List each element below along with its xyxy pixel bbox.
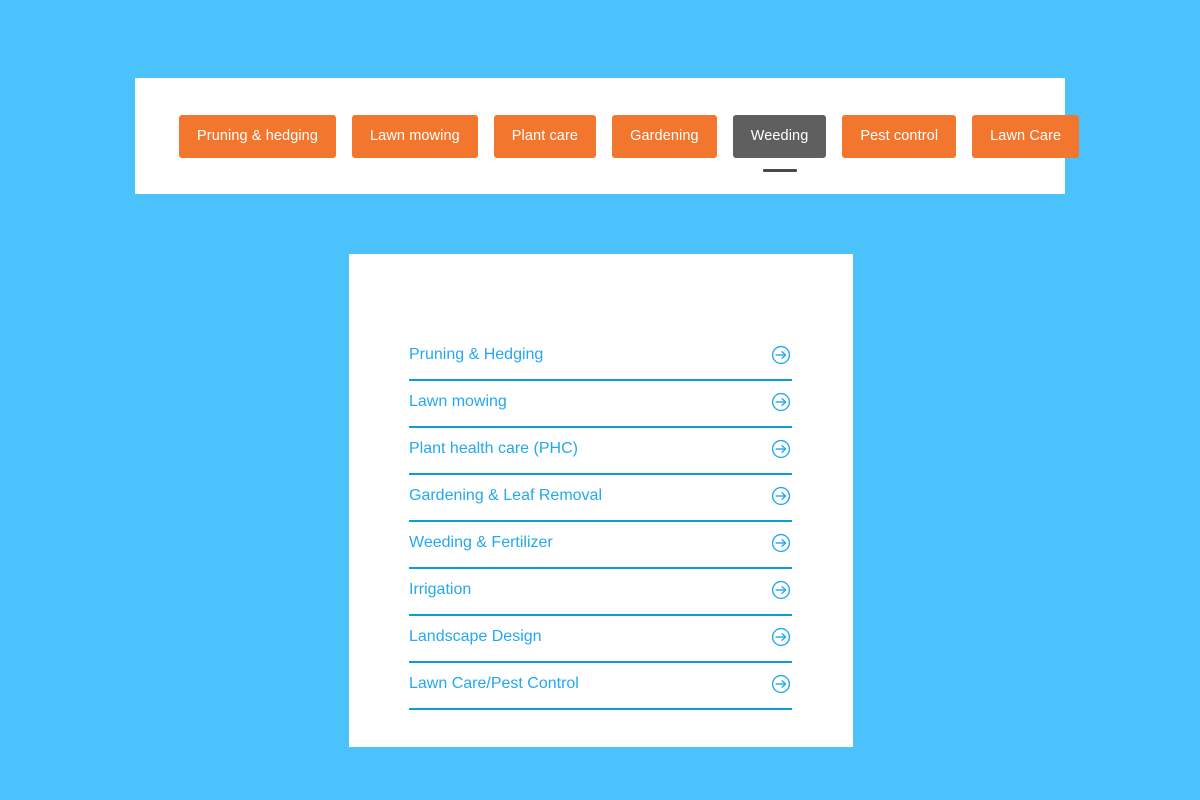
tab-pruning-hedging[interactable]: Pruning & hedging [179, 115, 337, 158]
service-link-label: Weeding & Fertilizer [409, 533, 553, 551]
tab-button[interactable]: Pest control [842, 115, 957, 158]
tab-button[interactable]: Lawn mowing [352, 115, 478, 158]
tab-plant-care[interactable]: Plant care [493, 115, 597, 158]
service-link-label: Plant health care (PHC) [409, 439, 578, 457]
tab-active-underline [762, 169, 797, 172]
tab-button[interactable]: Lawn Care [972, 115, 1080, 158]
service-list-item[interactable]: Weeding & Fertilizer [409, 522, 792, 569]
arrow-circle-right-icon[interactable] [770, 485, 792, 510]
tab-bar-card: Pruning & hedging Lawn mowing Plant care Ga… [135, 78, 1080, 194]
service-link-label: Irrigation [409, 580, 472, 598]
tab-button[interactable]: Weeding [732, 115, 827, 158]
tab-pest-control[interactable]: Pest control [842, 115, 957, 158]
service-link-label: Lawn Care/Pest Control [409, 674, 579, 692]
tab-lawn-care[interactable]: Lawn Care [972, 115, 1080, 158]
service-list-item[interactable]: Plant health care (PHC) [409, 428, 792, 475]
tab-button[interactable]: Pruning & hedging [179, 115, 337, 158]
service-list-item[interactable]: Landscape Design [409, 616, 792, 663]
tab-button[interactable]: Gardening [612, 115, 717, 158]
service-category-tabs: Pruning & hedging Lawn mowing Plant care Ga… [179, 115, 1080, 172]
arrow-circle-right-icon[interactable] [770, 391, 792, 416]
service-list-item[interactable]: Gardening & Leaf Removal [409, 475, 792, 522]
service-list-item[interactable]: Lawn Care/Pest Control [409, 663, 792, 710]
tab-gardening[interactable]: Gardening [612, 115, 717, 158]
tab-weeding[interactable]: Weeding [732, 115, 827, 172]
service-list-item[interactable]: Pruning & Hedging [409, 334, 792, 381]
services-link-list: Pruning & Hedging Lawn mowing Plant health… [409, 334, 792, 710]
services-card: Pruning & Hedging Lawn mowing Plant health… [349, 254, 853, 747]
arrow-circle-right-icon[interactable] [770, 438, 792, 463]
arrow-circle-right-icon[interactable] [770, 344, 792, 369]
arrow-circle-right-icon[interactable] [770, 579, 792, 604]
service-link-label: Landscape Design [409, 627, 542, 645]
service-link-label: Pruning & Hedging [409, 345, 544, 363]
arrow-circle-right-icon[interactable] [770, 673, 792, 698]
tab-button[interactable]: Plant care [493, 115, 597, 158]
service-list-item[interactable]: Lawn mowing [409, 381, 792, 428]
service-link-label: Lawn mowing [409, 392, 507, 410]
service-list-item[interactable]: Irrigation [409, 569, 792, 616]
arrow-circle-right-icon[interactable] [770, 626, 792, 651]
tab-lawn-mowing[interactable]: Lawn mowing [352, 115, 478, 158]
arrow-circle-right-icon[interactable] [770, 532, 792, 557]
service-link-label: Gardening & Leaf Removal [409, 486, 602, 504]
